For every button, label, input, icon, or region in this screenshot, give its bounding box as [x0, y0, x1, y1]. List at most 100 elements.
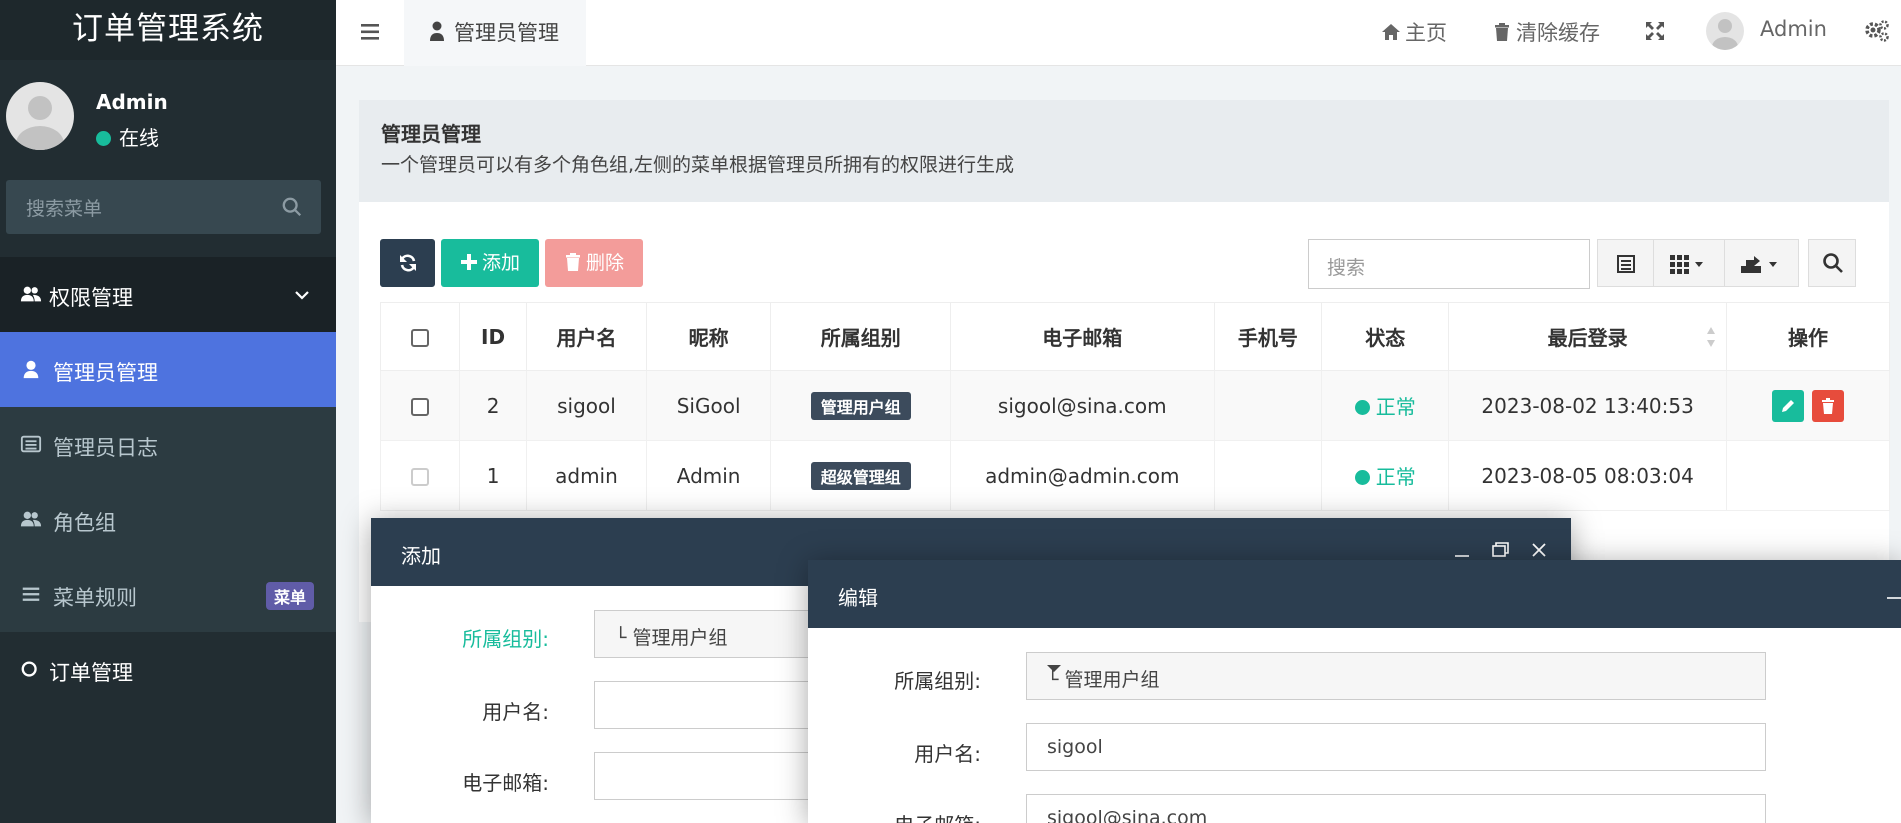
column-header[interactable]: 电子邮箱 — [950, 302, 1215, 371]
column-header[interactable]: 手机号 — [1213, 302, 1323, 371]
clear-cache-link[interactable]: 清除缓存 — [1492, 17, 1600, 47]
row-checkbox[interactable] — [411, 398, 430, 416]
column-header[interactable]: ID — [459, 302, 528, 371]
column-header[interactable]: 所属组别 — [770, 302, 952, 371]
add-button[interactable]: 添加 — [441, 239, 539, 287]
column-header-label: 最后登录 — [1547, 326, 1628, 350]
table-row[interactable]: 2 sigool SiGool 管理用户组 sigool@sina.com 正常… — [379, 370, 1890, 441]
edit-button[interactable] — [1771, 389, 1804, 422]
hamburger-icon[interactable] — [360, 21, 382, 43]
trash-icon — [1495, 23, 1509, 41]
admin-table: ID 用户名 昵称 所属组别 电子邮箱 手机号 状态 最后登录 操作 2 sig… — [379, 302, 1890, 511]
navbar-user-name[interactable]: Admin — [1760, 17, 1827, 41]
table-search-placeholder: 搜索 — [1327, 257, 1366, 279]
sidebar-item-label: 角色组 — [53, 511, 116, 535]
user-status: 在线 — [96, 122, 159, 151]
cell-group: 超级管理组 — [770, 440, 952, 511]
menu-search-input[interactable]: 搜索菜单 — [6, 180, 321, 234]
top-navbar: 管理员管理 主页 清除缓存 Admin — [336, 0, 1901, 66]
cell-group: 管理用户组 — [770, 370, 952, 441]
navbar-avatar[interactable] — [1706, 12, 1744, 50]
circle-icon — [21, 661, 37, 677]
table-search-button[interactable] — [1808, 239, 1856, 287]
select-all-checkbox[interactable] — [411, 329, 430, 347]
home-label: 主页 — [1405, 21, 1447, 45]
cell-username: admin — [526, 440, 647, 511]
edit-username-input[interactable]: sigool — [1026, 723, 1766, 771]
sidebar: 订单管理系统 Admin 在线 搜索菜单 权限管理 管理员管理 管理员日志 角色… — [0, 0, 336, 823]
clear-cache-label: 清除缓存 — [1516, 21, 1600, 45]
add-group-value: └ 管理用户组 — [615, 627, 728, 649]
menu-search-placeholder: 搜索菜单 — [26, 198, 103, 220]
column-header[interactable]: 用户名 — [526, 302, 647, 371]
cell-status: 正常 — [1321, 370, 1450, 441]
group-badge: 超级管理组 — [810, 461, 911, 490]
add-group-label: 所属组别: — [462, 627, 549, 651]
export-icon — [1741, 256, 1777, 273]
app-title[interactable]: 订单管理系统 — [0, 0, 336, 60]
column-header-sortable[interactable]: 最后登录 — [1448, 302, 1728, 371]
cell-id: 1 — [459, 440, 528, 511]
list-icon — [1617, 255, 1635, 273]
edit-group-select[interactable]: └ 管理用户组 — [1026, 652, 1766, 700]
column-header[interactable]: 状态 — [1321, 302, 1450, 371]
add-email-label: 电子邮箱: — [462, 771, 549, 795]
search-icon — [1823, 253, 1843, 273]
sidebar-item-log[interactable]: 管理员日志 — [0, 407, 336, 482]
search-icon[interactable] — [281, 196, 303, 218]
cell-id: 2 — [459, 370, 528, 441]
user-name: Admin — [96, 90, 168, 114]
refresh-button[interactable] — [380, 239, 435, 287]
edit-username-label: 用户名: — [914, 742, 981, 766]
close-icon[interactable] — [1529, 540, 1549, 560]
avatar — [6, 82, 74, 150]
user-icon — [23, 360, 39, 379]
sidebar-item-order[interactable]: 订单管理 — [0, 632, 336, 707]
cell-mobile — [1213, 370, 1323, 441]
edit-dialog-header: 编辑 — [808, 560, 1901, 628]
delete-row-button[interactable] — [1812, 389, 1845, 422]
table-search-input[interactable]: 搜索 — [1308, 239, 1590, 289]
user-status-text: 在线 — [119, 126, 159, 150]
table-row[interactable]: 1 admin Admin 超级管理组 admin@admin.com 正常 2… — [379, 440, 1890, 511]
trash-icon — [565, 253, 580, 271]
sidebar-menu: 权限管理 管理员管理 管理员日志 角色组 菜单规则 菜单 订单管理 — [0, 257, 336, 707]
row-select-cell — [379, 440, 461, 511]
minimize-icon[interactable] — [1884, 582, 1901, 602]
columns-button[interactable] — [1653, 239, 1725, 287]
edit-group-label: 所属组别: — [894, 669, 981, 693]
cell-email: admin@admin.com — [950, 440, 1215, 511]
edit-dialog: 编辑 所属组别: └ 管理用户组 用户名: sigool 电子邮箱: sigoo… — [808, 560, 1901, 823]
fullscreen-icon[interactable] — [1644, 20, 1666, 42]
sidebar-item-label: 菜单规则 — [53, 586, 137, 610]
edit-group-value: └ 管理用户组 — [1047, 669, 1160, 691]
edit-dialog-title: 编辑 — [838, 586, 878, 610]
toggle-view-button[interactable] — [1597, 239, 1654, 287]
sort-icon[interactable] — [1706, 326, 1716, 348]
column-header: 操作 — [1726, 302, 1890, 371]
export-button[interactable] — [1724, 239, 1799, 287]
home-icon — [1382, 24, 1400, 40]
sidebar-item-rule[interactable]: 菜单规则 菜单 — [0, 557, 336, 632]
group-icon — [20, 511, 42, 527]
sidebar-item-auth[interactable]: 权限管理 — [0, 257, 336, 332]
chevron-down-icon — [295, 291, 309, 300]
edit-email-input[interactable]: sigool@sina.com — [1026, 794, 1766, 823]
refresh-icon — [399, 254, 416, 272]
edit-email-label: 电子邮箱: — [808, 809, 981, 823]
sidebar-item-admin[interactable]: 管理员管理 — [0, 332, 336, 407]
maximize-icon[interactable] — [1490, 540, 1510, 560]
sidebar-item-group[interactable]: 角色组 — [0, 482, 336, 557]
grid-icon — [1670, 255, 1703, 274]
online-dot-icon — [96, 131, 111, 146]
column-header[interactable]: 昵称 — [645, 302, 772, 371]
minimize-icon[interactable] — [1452, 540, 1472, 560]
group-badge: 管理用户组 — [810, 391, 911, 420]
cell-email: sigool@sina.com — [950, 370, 1215, 441]
tab-admin[interactable]: 管理员管理 — [404, 0, 586, 66]
home-link[interactable]: 主页 — [1381, 17, 1447, 47]
delete-button[interactable]: 删除 — [545, 239, 643, 287]
add-dialog-title: 添加 — [401, 544, 441, 568]
cell-actions — [1726, 370, 1890, 441]
gears-icon[interactable] — [1864, 18, 1890, 44]
